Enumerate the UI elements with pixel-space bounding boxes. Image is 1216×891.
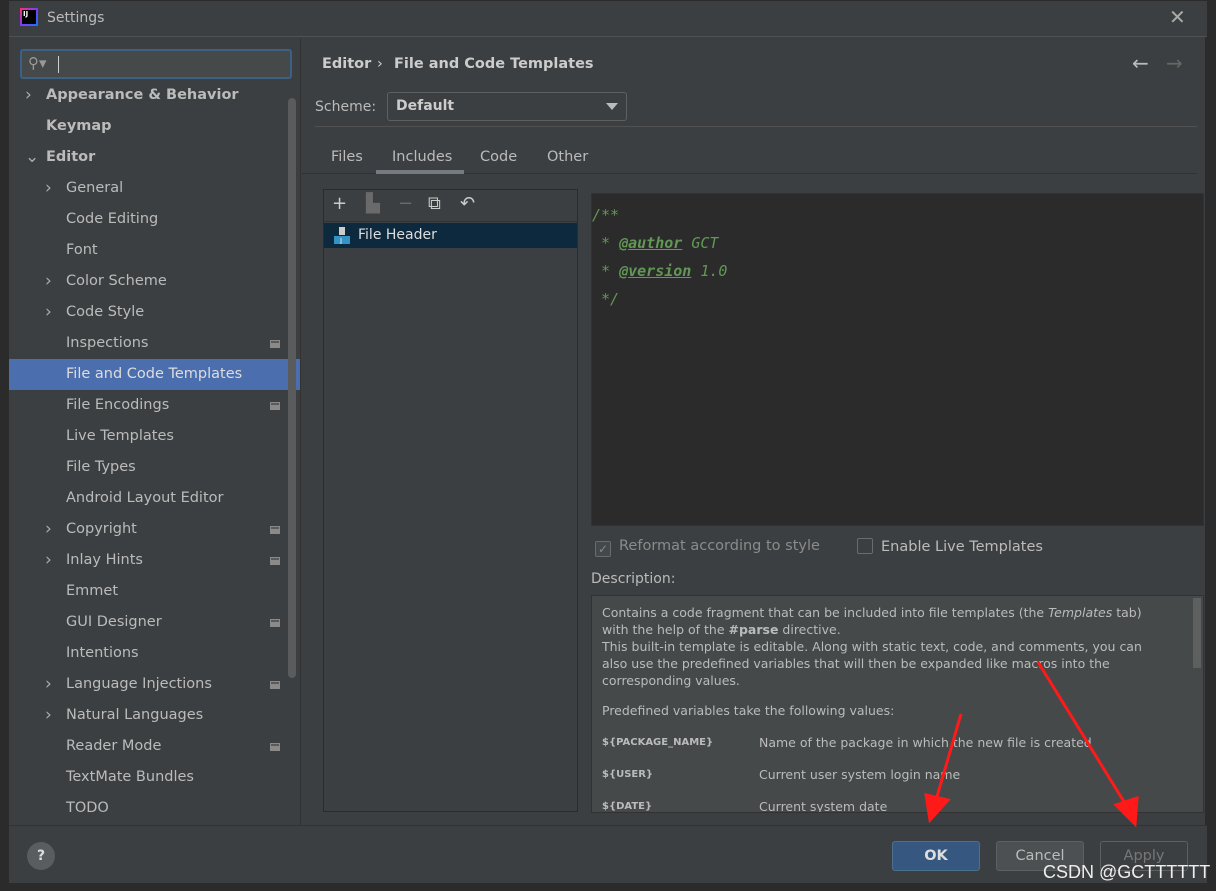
arrow-to-apply (1036, 661, 1128, 806)
arrow-head (924, 793, 951, 824)
arrow-head (1113, 795, 1139, 828)
watermark: CSDN @GCTTTTTT (1043, 862, 1211, 882)
annotation-arrows (924, 661, 1139, 828)
arrow-to-ok (934, 713, 963, 801)
